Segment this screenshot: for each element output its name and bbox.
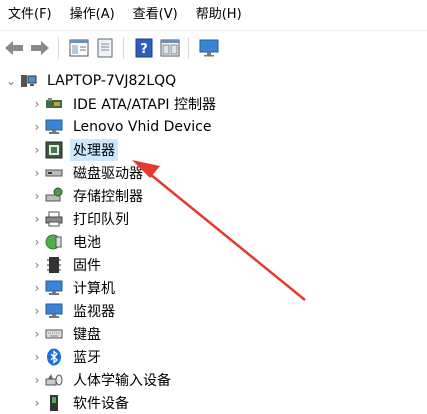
monitor-icon xyxy=(44,301,64,321)
properties-button[interactable] xyxy=(67,36,91,60)
storage-controller-icon xyxy=(44,186,64,206)
help-button[interactable]: ? xyxy=(132,36,156,60)
software-device-icon xyxy=(44,393,64,413)
computer-root-icon xyxy=(18,71,38,91)
firmware-icon xyxy=(44,255,64,275)
expand-chevron-icon[interactable]: › xyxy=(30,277,44,299)
forward-button[interactable] xyxy=(28,36,52,60)
tree-item-label: 存储控制器 xyxy=(73,189,143,205)
keyboard-icon xyxy=(44,324,64,344)
expand-chevron-icon[interactable]: › xyxy=(30,254,44,276)
tree-item[interactable]: › 蓝牙 xyxy=(30,346,104,368)
expand-chevron-icon[interactable]: › xyxy=(30,208,44,230)
expand-chevron-icon[interactable]: › xyxy=(30,346,44,368)
computer-icon xyxy=(44,278,64,298)
back-arrow-icon xyxy=(5,41,23,55)
tree-item-label: 磁盘驱动器 xyxy=(73,166,143,182)
tree-item-label: 键盘 xyxy=(73,327,101,343)
monitor-icon xyxy=(44,117,64,137)
tree-item[interactable]: › 软件设备 xyxy=(30,392,132,414)
scan-hardware-button[interactable] xyxy=(197,36,221,60)
tree-item-label: 软件设备 xyxy=(73,396,129,412)
tree-item[interactable]: › 监视器 xyxy=(30,300,118,322)
forward-arrow-icon xyxy=(31,41,49,55)
view-button[interactable] xyxy=(158,36,182,60)
tree-item-label: IDE ATA/ATAPI 控制器 xyxy=(73,97,217,113)
tree-item[interactable]: › 磁盘驱动器 xyxy=(30,162,146,184)
refresh-button[interactable] xyxy=(93,36,117,60)
tree-item-label: 固件 xyxy=(73,258,101,274)
page-icon xyxy=(97,38,113,58)
expand-chevron-icon[interactable]: › xyxy=(30,93,44,115)
tree-item[interactable]: › 电池 xyxy=(30,231,104,253)
computer-name: LAPTOP-7VJ82LQQ xyxy=(47,73,177,89)
toolbar-divider xyxy=(58,37,59,59)
tree-item[interactable]: › 键盘 xyxy=(30,323,104,345)
expand-chevron-icon[interactable]: › xyxy=(30,392,44,414)
expand-chevron-icon[interactable]: › xyxy=(30,369,44,391)
help-icon: ? xyxy=(135,38,153,58)
toolbar: ? xyxy=(0,30,427,65)
tree-item-label: 计算机 xyxy=(73,281,115,297)
tree-item-label: 处理器 xyxy=(70,139,118,161)
tree-item[interactable]: › 人体学输入设备 xyxy=(30,369,174,391)
toolbar-divider xyxy=(123,37,124,59)
tree-item-label: 监视器 xyxy=(73,304,115,320)
view-panel-icon xyxy=(160,39,180,57)
monitor-icon xyxy=(199,39,219,57)
tree-item-label: Lenovo Vhid Device xyxy=(73,119,212,135)
svg-text:?: ? xyxy=(140,42,148,57)
tree-item-label: 蓝牙 xyxy=(73,350,101,366)
tree-item-label: 人体学输入设备 xyxy=(73,373,171,389)
tree-item[interactable]: › 计算机 xyxy=(30,277,118,299)
expand-chevron-icon[interactable]: › xyxy=(30,139,44,161)
back-button[interactable] xyxy=(2,36,26,60)
tree-item[interactable]: › Lenovo Vhid Device xyxy=(30,116,214,138)
menu-action[interactable]: 操作(A) xyxy=(61,0,124,30)
battery-icon xyxy=(44,232,64,252)
tree-root[interactable]: ⌄ LAPTOP-7VJ82LQQ xyxy=(4,70,179,92)
tree-item[interactable]: › 固件 xyxy=(30,254,104,276)
collapse-chevron-icon[interactable]: ⌄ xyxy=(4,70,18,92)
processor-icon xyxy=(44,140,64,160)
ide-controller-icon xyxy=(44,94,64,114)
tree-item-label: 打印队列 xyxy=(73,212,129,228)
tree-item[interactable]: › IDE ATA/ATAPI 控制器 xyxy=(30,93,219,115)
printer-icon xyxy=(44,209,64,229)
menu-file[interactable]: 文件(F) xyxy=(0,0,61,30)
toolbar-divider xyxy=(188,37,189,59)
menu-help[interactable]: 帮助(H) xyxy=(187,0,251,30)
tree-item[interactable]: › 存储控制器 xyxy=(30,185,146,207)
expand-chevron-icon[interactable]: › xyxy=(30,162,44,184)
hid-icon xyxy=(44,370,64,390)
menu-bar: 文件(F) 操作(A) 查看(V) 帮助(H) xyxy=(0,0,427,30)
disk-drive-icon xyxy=(44,163,64,183)
tree-item[interactable]: › 打印队列 xyxy=(30,208,132,230)
tree-item-processor[interactable]: › 处理器 xyxy=(30,139,118,161)
expand-chevron-icon[interactable]: › xyxy=(30,116,44,138)
menu-view[interactable]: 查看(V) xyxy=(124,0,187,30)
expand-chevron-icon[interactable]: › xyxy=(30,300,44,322)
properties-icon xyxy=(69,39,89,57)
bluetooth-icon xyxy=(44,347,64,367)
expand-chevron-icon[interactable]: › xyxy=(30,323,44,345)
tree-item-label: 电池 xyxy=(73,235,101,251)
expand-chevron-icon[interactable]: › xyxy=(30,185,44,207)
expand-chevron-icon[interactable]: › xyxy=(30,231,44,253)
